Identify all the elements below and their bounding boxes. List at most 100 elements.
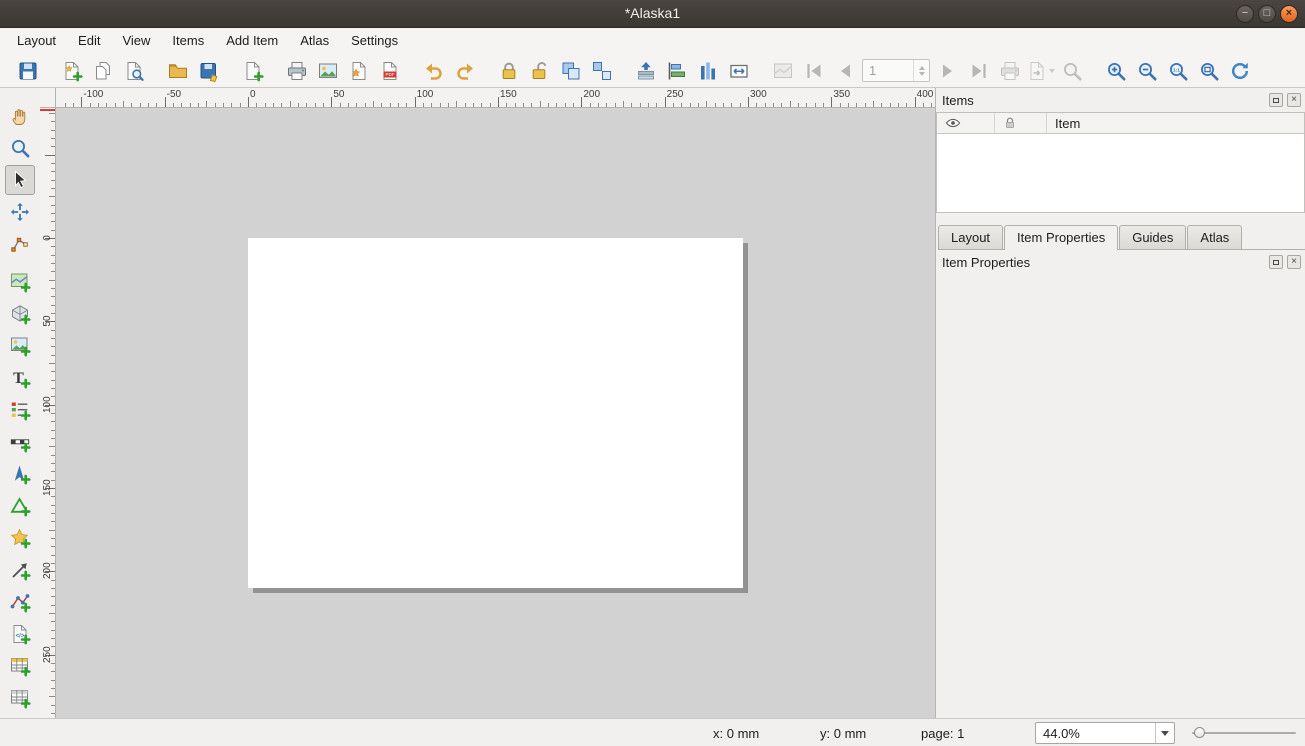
- horizontal-ruler[interactable]: -100-50050100150200250300350400: [56, 88, 935, 108]
- menu-edit[interactable]: Edit: [67, 28, 111, 54]
- save-as-template-button[interactable]: [193, 57, 224, 85]
- tab-item-properties[interactable]: Item Properties: [1004, 225, 1118, 250]
- menu-view[interactable]: View: [111, 28, 161, 54]
- add-legend-button[interactable]: [5, 395, 35, 425]
- zoom-out-icon: [1136, 60, 1158, 82]
- layout-page[interactable]: [248, 238, 743, 588]
- minimize-button[interactable]: −: [1236, 5, 1254, 23]
- vertical-ruler[interactable]: 050100150200250: [40, 108, 56, 718]
- add-attribute-table-button[interactable]: [5, 651, 35, 681]
- toolbar-group-1: [56, 57, 149, 85]
- zoom-tool-button[interactable]: [5, 133, 35, 163]
- maximize-button[interactable]: □: [1258, 5, 1276, 23]
- add-pages-button[interactable]: [237, 57, 268, 85]
- combo-dropdown-icon[interactable]: [1155, 723, 1174, 743]
- menu-items[interactable]: Items: [161, 28, 215, 54]
- zoom-full-icon: [1198, 60, 1220, 82]
- export-atlas-button[interactable]: [1025, 57, 1056, 85]
- menu-atlas[interactable]: Atlas: [289, 28, 340, 54]
- export-as-svg-button[interactable]: [343, 57, 374, 85]
- last-feature-button[interactable]: [963, 57, 994, 85]
- menu-layout[interactable]: Layout: [6, 28, 67, 54]
- add-label-button[interactable]: T: [5, 363, 35, 393]
- add-picture-button[interactable]: [5, 331, 35, 361]
- raise-selected-items-button[interactable]: [630, 57, 661, 85]
- item-properties-close-button[interactable]: ×: [1287, 255, 1301, 269]
- add-node-item-button[interactable]: [5, 587, 35, 617]
- zoom-actual-icon: 1:1: [1167, 60, 1189, 82]
- add-fixed-table-button[interactable]: [5, 683, 35, 713]
- redo-button[interactable]: [449, 57, 480, 85]
- align-selected-items-button[interactable]: [661, 57, 692, 85]
- edit-nodes-item-tool-button[interactable]: [5, 229, 35, 259]
- close-button[interactable]: ×: [1280, 5, 1298, 23]
- add-3d-map-button[interactable]: [5, 299, 35, 329]
- next-feature-button[interactable]: [932, 57, 963, 85]
- add-map-button[interactable]: [5, 267, 35, 297]
- preview-atlas-button[interactable]: [767, 57, 798, 85]
- items-panel-float-button[interactable]: [1269, 93, 1283, 107]
- first-feature-button[interactable]: [798, 57, 829, 85]
- zoom-level-combobox[interactable]: 44.0%: [1035, 722, 1175, 744]
- unlock-all-button[interactable]: [524, 57, 555, 85]
- menu-add-item[interactable]: Add Item: [215, 28, 289, 54]
- duplicate-layout-button[interactable]: [87, 57, 118, 85]
- add-shape-button[interactable]: [5, 491, 35, 521]
- new-layout-button[interactable]: [56, 57, 87, 85]
- titlebar[interactable]: *Alaska1 −□×: [0, 0, 1305, 28]
- lock-column-header[interactable]: [995, 113, 1047, 133]
- tab-guides[interactable]: Guides: [1119, 225, 1186, 249]
- h-ruler-label: 300: [750, 89, 767, 100]
- visibility-column-header[interactable]: [937, 113, 995, 133]
- export-as-pdf-button[interactable]: PDF: [374, 57, 405, 85]
- add-north-arrow-button[interactable]: [5, 459, 35, 489]
- zoom-in-button[interactable]: [1100, 57, 1131, 85]
- item-properties-panel-title: Item Properties: [942, 255, 1030, 270]
- save-project-button[interactable]: [12, 57, 43, 85]
- fixed-table-icon: [9, 687, 31, 709]
- export-as-image-button[interactable]: [312, 57, 343, 85]
- undo-button[interactable]: [418, 57, 449, 85]
- add-marker-button[interactable]: [5, 523, 35, 553]
- menu-settings[interactable]: Settings: [340, 28, 409, 54]
- resize-selected-items-button[interactable]: [723, 57, 754, 85]
- pan-layout-tool-button[interactable]: [5, 101, 35, 131]
- layout-manager-button[interactable]: [118, 57, 149, 85]
- add-items-from-template-button[interactable]: [162, 57, 193, 85]
- print-atlas-button[interactable]: [994, 57, 1025, 85]
- atlas-settings-button[interactable]: [1056, 57, 1087, 85]
- lock-selected-items-button[interactable]: [493, 57, 524, 85]
- group-items-button[interactable]: [555, 57, 586, 85]
- previous-feature-button[interactable]: [829, 57, 860, 85]
- h-ruler-label: 400: [917, 89, 934, 100]
- add-pages-icon: [242, 60, 264, 82]
- toolbox-toolbar: T </>: [0, 88, 40, 718]
- tab-atlas[interactable]: Atlas: [1187, 225, 1242, 249]
- refresh-view-button[interactable]: [1224, 57, 1255, 85]
- print-layout-button[interactable]: [281, 57, 312, 85]
- items-list[interactable]: [937, 134, 1304, 212]
- zoom-out-button[interactable]: [1131, 57, 1162, 85]
- zoom-full-extent-button[interactable]: [1193, 57, 1224, 85]
- item-properties-panel-header: Item Properties ×: [936, 250, 1305, 274]
- distribute-selected-items-button[interactable]: [692, 57, 723, 85]
- atlas-feature-number-spinbox[interactable]: 1: [862, 59, 930, 82]
- refresh-icon: [1229, 60, 1251, 82]
- item-column-header[interactable]: Item: [1047, 116, 1304, 131]
- add-html-button[interactable]: </>: [5, 619, 35, 649]
- group-icon: [560, 60, 582, 82]
- select-move-item-tool-button[interactable]: [5, 165, 35, 195]
- items-panel-header: Items ×: [936, 88, 1305, 112]
- move-item-content-tool-button[interactable]: [5, 197, 35, 227]
- zoom-slider-handle[interactable]: [1194, 727, 1205, 738]
- zoom-slider[interactable]: [1192, 732, 1296, 734]
- tab-layout[interactable]: Layout: [938, 225, 1003, 249]
- item-properties-float-button[interactable]: [1269, 255, 1283, 269]
- ungroup-items-button[interactable]: [586, 57, 617, 85]
- layout-canvas[interactable]: [56, 108, 935, 718]
- add-scalebar-button[interactable]: [5, 427, 35, 457]
- items-panel-close-button[interactable]: ×: [1287, 93, 1301, 107]
- add-arrow-button[interactable]: [5, 555, 35, 585]
- export-pdf-icon: PDF: [379, 60, 401, 82]
- zoom-actual-size-button[interactable]: 1:1: [1162, 57, 1193, 85]
